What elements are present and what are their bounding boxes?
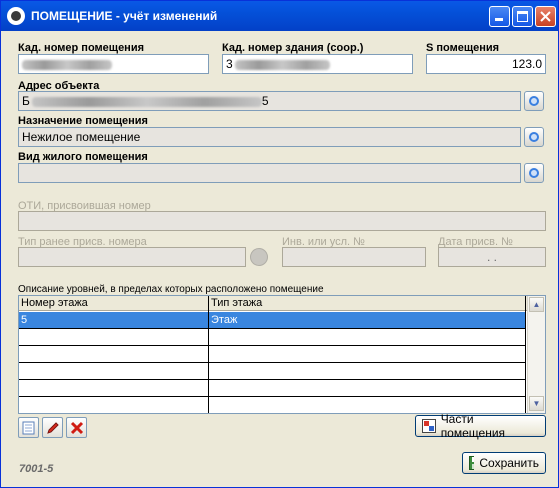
redacted-value [234,59,330,70]
cad-building-label: Кад. номер здания (соор.) [222,42,364,54]
address-prefix: Б [22,94,30,108]
window-title: ПОМЕЩЕНИЕ - учёт изменений [31,9,218,23]
levels-grid[interactable]: Номер этажа Тип этажа 5 Этаж ▲ ▼ [18,295,546,414]
grid-scrollbar[interactable]: ▲ ▼ [527,296,545,413]
title-bar[interactable]: ПОМЕЩЕНИЕ - учёт изменений [1,1,558,31]
inv-field [282,247,426,267]
redacted-value [22,59,112,70]
area-label: S помещения [426,42,500,54]
column-divider [208,296,209,413]
table-row[interactable] [19,380,525,397]
lookup-icon [529,168,539,178]
living-type-pick-button[interactable] [524,163,544,183]
table-row[interactable] [19,329,525,346]
new-document-icon [22,421,35,434]
parts-button[interactable]: Части помещения [415,412,546,440]
add-row-button[interactable] [18,417,39,438]
prev-type-pick-icon [250,248,268,266]
maximize-button[interactable] [512,6,533,27]
column-header-floor[interactable]: Номер этажа [19,296,209,311]
purpose-pick-button[interactable] [524,127,544,147]
redacted-value [31,96,262,107]
parts-button-label: Части помещения [440,412,506,440]
living-type-label: Вид жилого помещения [18,151,148,163]
address-pick-button[interactable] [524,91,544,111]
app-icon [7,7,25,25]
table-row[interactable]: 5 Этаж [19,312,525,329]
cad-room-field[interactable] [18,54,209,74]
cad-room-label: Кад. номер помещения [18,42,145,54]
column-divider [525,296,526,413]
date-field: . . [438,247,546,267]
minimize-icon [495,18,503,21]
room-window: ПОМЕЩЕНИЕ - учёт изменений Кад. номер по… [0,0,559,488]
close-icon [540,11,551,22]
address-suffix: 5 [261,94,269,108]
lookup-icon [529,96,539,106]
table-row[interactable] [19,363,525,380]
address-field[interactable]: Б5 [18,91,521,111]
column-header-type[interactable]: Тип этажа [209,296,528,311]
parts-icon [422,419,436,433]
delete-row-button[interactable] [66,417,87,438]
save-icon [469,456,475,470]
type-cell: Этаж [211,314,238,326]
living-type-field[interactable] [18,163,521,183]
close-button[interactable] [535,6,556,27]
delete-icon [70,421,83,434]
area-field[interactable]: 123.0 [426,54,546,74]
purpose-field[interactable]: Нежилое помещение [18,127,521,147]
pencil-icon [46,421,59,434]
oti-field [18,211,546,231]
scroll-up-icon[interactable]: ▲ [529,297,544,312]
form-body: Кад. номер помещения Кад. номер здания (… [5,31,554,483]
table-row[interactable] [19,346,525,363]
scroll-down-icon[interactable]: ▼ [529,396,544,411]
cad-building-prefix: 3 [226,57,233,71]
lookup-icon [529,132,539,142]
version-code: 7001-5 [19,463,54,475]
save-button-label: Сохранить [479,456,539,470]
floor-cell: 5 [21,314,28,326]
maximize-icon [517,11,528,22]
save-button[interactable]: Сохранить [462,452,546,474]
prev-type-field [18,247,246,267]
minimize-button[interactable] [489,6,510,27]
edit-row-button[interactable] [42,417,63,438]
purpose-label: Назначение помещения [18,115,148,127]
levels-caption: Описание уровней, в пределах которых рас… [18,284,324,295]
cad-building-field[interactable]: 3 [222,54,413,74]
